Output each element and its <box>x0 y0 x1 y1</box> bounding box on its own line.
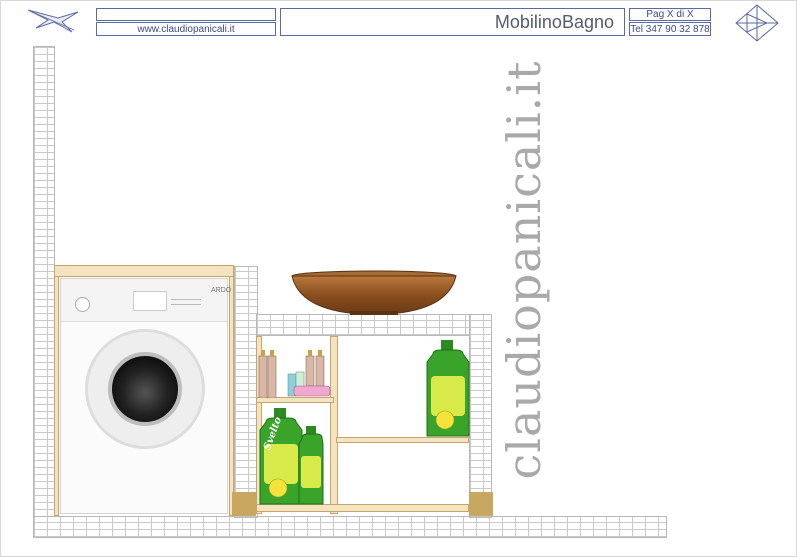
phone-box: Tel 347 90 32 878 <box>629 22 711 36</box>
brick-floor <box>33 516 667 538</box>
page-number: Pag X di X <box>646 9 694 20</box>
washer-frame-right <box>229 276 234 516</box>
detergent-bottle-small <box>298 426 324 505</box>
door-glass <box>108 352 182 426</box>
middle-brick-column <box>234 266 258 518</box>
watermark-text: claudiopanicali.it <box>497 60 551 480</box>
washer-door[interactable] <box>85 329 205 449</box>
washer-top-shelf <box>54 265 234 277</box>
hawk-logo <box>28 9 79 33</box>
counter-brick-top <box>256 314 470 336</box>
header-blank-box <box>96 8 276 21</box>
washer-frame-left <box>54 276 59 516</box>
toiletries-group <box>258 350 331 398</box>
phone-number: Tel 347 90 32 878 <box>630 24 710 35</box>
detergent-bottle-shelf <box>426 340 470 437</box>
washer-brand: ARDO <box>211 287 232 294</box>
floor-block-right <box>469 492 493 516</box>
page-title: MobilinoBagno <box>494 12 614 32</box>
program-knob[interactable] <box>75 297 90 312</box>
website-link[interactable]: www.claudiopanicali.it <box>97 23 275 36</box>
wooden-basin <box>291 270 457 315</box>
website-box: www.claudiopanicali.it <box>96 22 276 36</box>
right-brick-column <box>469 314 492 518</box>
compass-logo <box>735 4 779 42</box>
page-number-box: Pag X di X <box>629 8 711 21</box>
washing-machine: ARDO <box>60 278 232 514</box>
detergent-drawer[interactable] <box>133 291 167 311</box>
left-brick-wall <box>33 46 55 518</box>
title-box: MobilinoBagno <box>280 8 625 36</box>
floor-block-left <box>232 492 256 516</box>
button-row <box>171 299 201 305</box>
